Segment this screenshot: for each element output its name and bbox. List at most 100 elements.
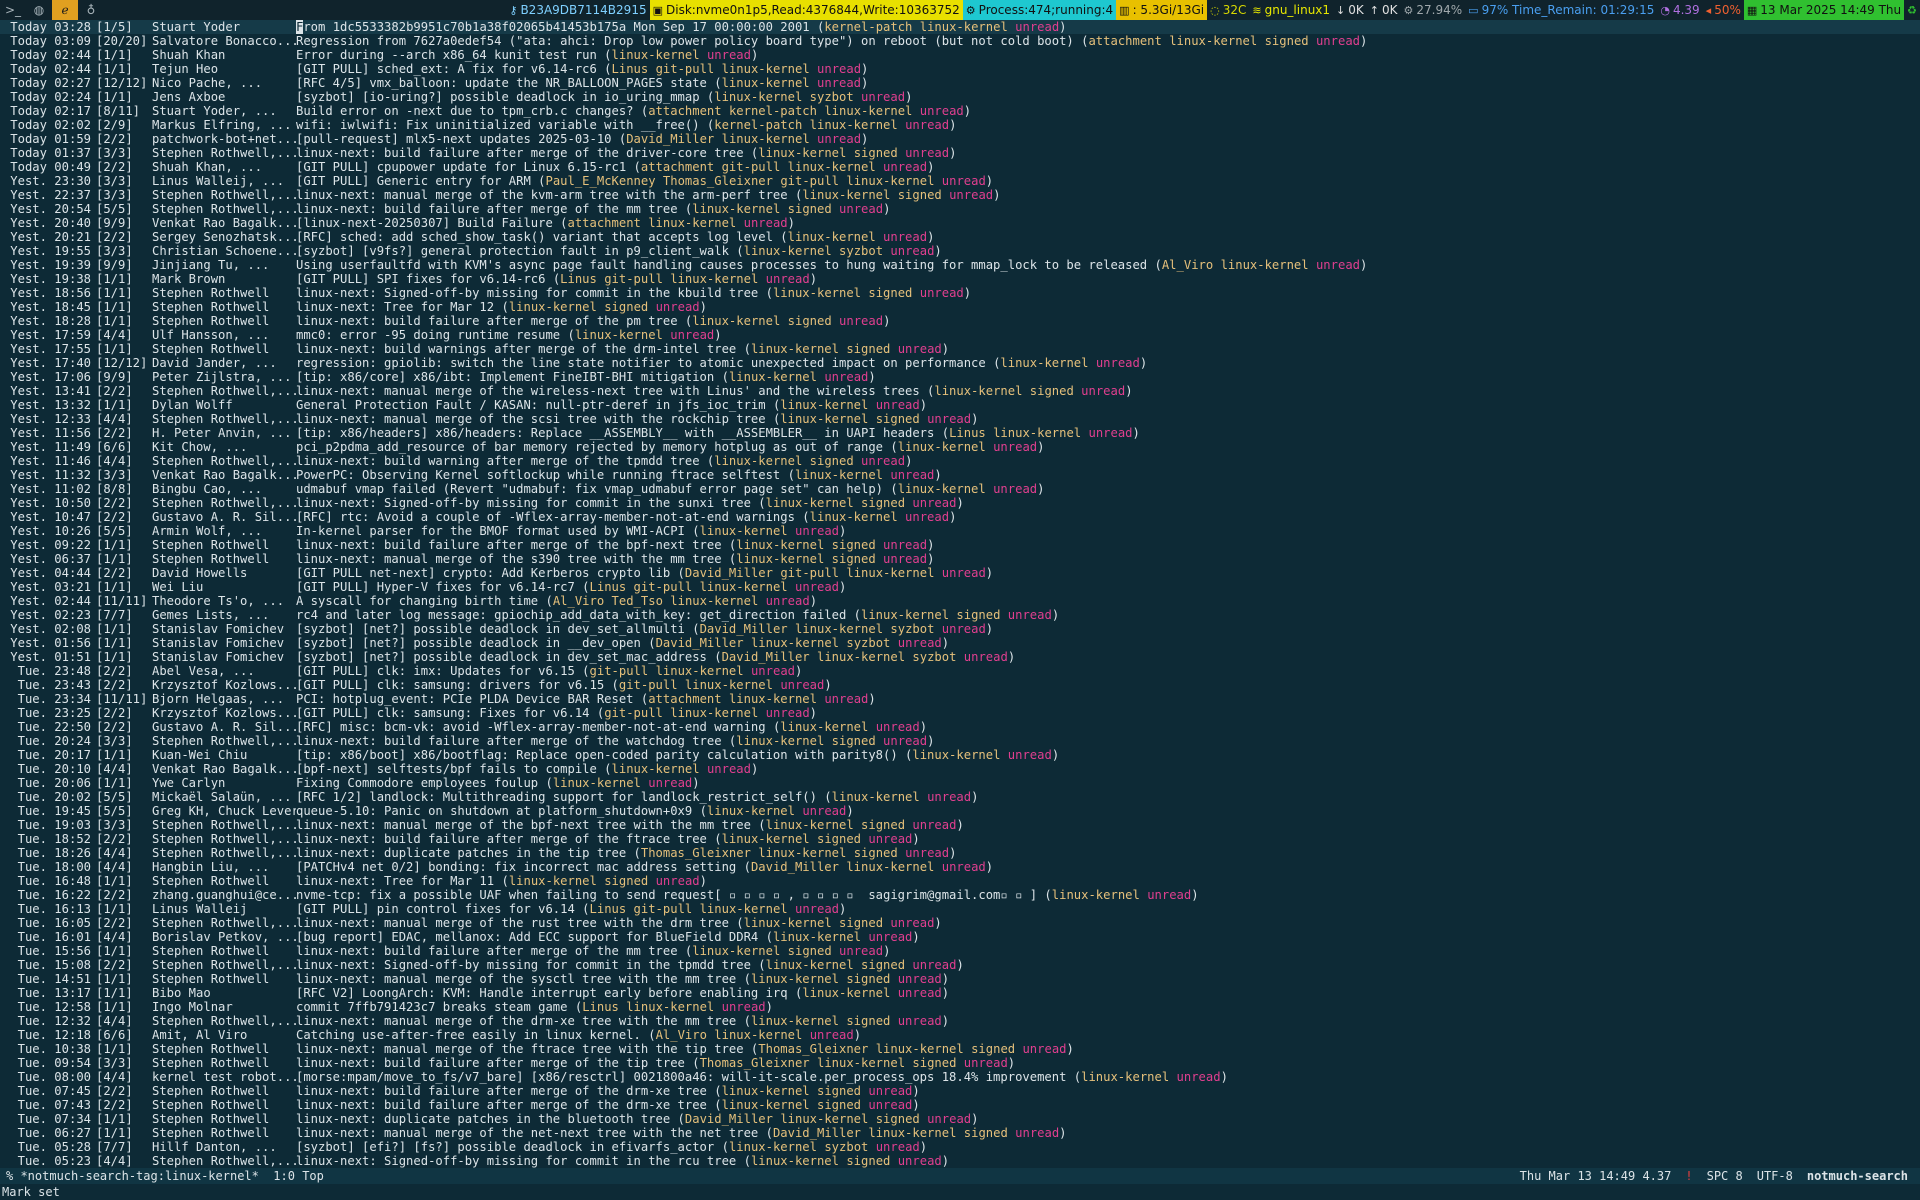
thread-row[interactable]: Yest. 19:38 [1/1] Mark Brown [GIT PULL] SPI…	[0, 272, 1920, 286]
thread-list[interactable]: Today 03:28 [1/5] Stuart Yoder From 1dc5533…	[0, 20, 1920, 1168]
workspace-2[interactable]: ◍	[26, 0, 52, 20]
thread-row[interactable]: Tue. 16:48 [1/1] Stephen Rothwell linux-nex…	[0, 874, 1920, 888]
thread-row[interactable]: Today 02:24 [1/1] Jens Axboe [syzbot] [io-u…	[0, 90, 1920, 104]
workspace-3[interactable]: ℯ	[52, 0, 78, 20]
thread-row[interactable]: Tue. 20:24 [3/3] Stephen Rothwell,... linux…	[0, 734, 1920, 748]
thread-row[interactable]: Tue. 16:01 [4/4] Borislav Petkov, ... [bug …	[0, 930, 1920, 944]
thread-row[interactable]: Tue. 06:27 [1/1] Stephen Rothwell linux-nex…	[0, 1126, 1920, 1140]
thread-row[interactable]: Tue. 18:26 [4/4] Stephen Rothwell,... linux…	[0, 846, 1920, 860]
thread-row[interactable]: Yest. 12:33 [4/4] Stephen Rothwell,... linu…	[0, 412, 1920, 426]
thread-row[interactable]: Tue. 16:05 [2/2] Stephen Rothwell,... linux…	[0, 916, 1920, 930]
thread-row[interactable]: Tue. 10:38 [1/1] Stephen Rothwell linux-nex…	[0, 1042, 1920, 1056]
tags-open: (	[721, 734, 737, 748]
thread-row[interactable]: Yest. 13:41 [2/2] Stephen Rothwell,... linu…	[0, 384, 1920, 398]
thread-tag: unread	[868, 1098, 913, 1112]
thread-row[interactable]: Tue. 20:10 [4/4] Venkat Rao Bagalk... [bpf-…	[0, 762, 1920, 776]
thread-row[interactable]: Tue. 07:34 [1/1] Stephen Rothwell linux-nex…	[0, 1112, 1920, 1126]
thread-row[interactable]: Today 03:28 [1/5] Stuart Yoder From 1dc5533…	[0, 20, 1920, 34]
thread-row[interactable]: Today 03:09 [20/20] Salvatore Bonacco... Re…	[0, 34, 1920, 48]
thread-row[interactable]: Tue. 16:13 [1/1] Linus Walleij [GIT PULL] p…	[0, 902, 1920, 916]
thread-row[interactable]: Yest. 19:55 [3/3] Christian Schoene... [syz…	[0, 244, 1920, 258]
tags-open: (	[706, 1098, 722, 1112]
thread-row[interactable]: Tue. 23:25 [2/2] Krzysztof Kozlows... [GIT …	[0, 706, 1920, 720]
thread-date: Tue. 16:01	[17, 930, 91, 944]
thread-row[interactable]: Tue. 19:03 [3/3] Stephen Rothwell,... linux…	[0, 818, 1920, 832]
thread-row[interactable]: Yest. 10:26 [5/5] Armin Wolf, ... In-kernel…	[0, 524, 1920, 538]
thread-row[interactable]: Yest. 11:02 [8/8] Bingbu Cao, ... udmabuf v…	[0, 482, 1920, 496]
thread-row[interactable]: Tue. 22:50 [2/2] Gustavo A. R. Sil... [RFC]…	[0, 720, 1920, 734]
thread-tag: linux-kernel	[721, 132, 810, 146]
thread-row[interactable]: Yest. 04:44 [2/2] David Howells [GIT PULL n…	[0, 566, 1920, 580]
thread-row[interactable]: Yest. 17:59 [4/4] Ulf Hansson, ... mmc0: er…	[0, 328, 1920, 342]
thread-row[interactable]: Tue. 16:22 [2/2] zhang.guanghui@ce... nvme-…	[0, 888, 1920, 902]
thread-row[interactable]: Today 02:44 [1/1] Tejun Heo [GIT PULL] sche…	[0, 62, 1920, 76]
thread-row[interactable]: Yest. 19:39 [9/9] Jinjiang Tu, ... Using us…	[0, 258, 1920, 272]
thread-row[interactable]: Yest. 23:30 [3/3] Linus Walleij, ... [GIT P…	[0, 174, 1920, 188]
thread-row[interactable]: Tue. 07:45 [2/2] Stephen Rothwell linux-nex…	[0, 1084, 1920, 1098]
thread-row[interactable]: Yest. 02:23 [7/7] Gemes Lists, ... rc4 and …	[0, 608, 1920, 622]
thread-row[interactable]: Tue. 13:17 [1/1] Bibo Mao [RFC V2] LoongArc…	[0, 986, 1920, 1000]
thread-row[interactable]: Yest. 11:46 [4/4] Stephen Rothwell,... linu…	[0, 454, 1920, 468]
thread-row[interactable]: Tue. 05:28 [7/7] Hillf Danton, ... [syzbot]…	[0, 1140, 1920, 1154]
thread-row[interactable]: Yest. 11:49 [6/6] Kit Chow, ... pci_p2pdma_…	[0, 440, 1920, 454]
thread-row[interactable]: Yest. 03:21 [1/1] Wei Liu [GIT PULL] Hyper-…	[0, 580, 1920, 594]
thread-row[interactable]: Yest. 01:56 [1/1] Stanislav Fomichev [syzbo…	[0, 636, 1920, 650]
thread-row[interactable]: Yest. 17:55 [1/1] Stephen Rothwell linux-ne…	[0, 342, 1920, 356]
thread-row[interactable]: Tue. 20:02 [5/5] Mickaël Salaün, ... [RFC 1…	[0, 790, 1920, 804]
thread-row[interactable]: Yest. 17:40 [12/12] David Jander, ... regre…	[0, 356, 1920, 370]
thread-row[interactable]: Yest. 13:32 [1/1] Dylan Wolff General Prote…	[0, 398, 1920, 412]
thread-row[interactable]: Tue. 23:48 [2/2] Abel Vesa, ... [GIT PULL] …	[0, 664, 1920, 678]
thread-row[interactable]: Today 02:44 [1/1] Shuah Khan Error during -…	[0, 48, 1920, 62]
thread-row[interactable]: Yest. 17:06 [9/9] Peter Zijlstra, ... [tip:…	[0, 370, 1920, 384]
thread-row[interactable]: Yest. 20:54 [5/5] Stephen Rothwell,... linu…	[0, 202, 1920, 216]
thread-row[interactable]: Yest. 02:08 [1/1] Stanislav Fomichev [syzbo…	[0, 622, 1920, 636]
thread-row[interactable]: Today 02:17 [8/11] Stuart Yoder, ... Build …	[0, 104, 1920, 118]
thread-row[interactable]: Yest. 18:45 [1/1] Stephen Rothwell linux-ne…	[0, 300, 1920, 314]
tags-open: (	[1073, 34, 1089, 48]
thread-row[interactable]: Tue. 08:00 [4/4] kernel test robot... [mors…	[0, 1070, 1920, 1084]
thread-row[interactable]: Tue. 15:08 [2/2] Stephen Rothwell,... linux…	[0, 958, 1920, 972]
thread-row[interactable]: Yest. 22:37 [3/3] Stephen Rothwell,... linu…	[0, 188, 1920, 202]
thread-count: [5/5]	[96, 790, 133, 804]
thread-row[interactable]: Tue. 12:18 [6/6] Amit, Al Viro Catching use…	[0, 1028, 1920, 1042]
thread-row[interactable]: Yest. 20:40 [9/9] Venkat Rao Bagalk... [lin…	[0, 216, 1920, 230]
thread-row[interactable]: Tue. 15:56 [1/1] Stephen Rothwell linux-nex…	[0, 944, 1920, 958]
thread-row[interactable]: Tue. 12:58 [1/1] Ingo Molnar commit 7ffb791…	[0, 1000, 1920, 1014]
thread-row[interactable]: Yest. 18:28 [1/1] Stephen Rothwell linux-ne…	[0, 314, 1920, 328]
thread-tag: unread	[648, 776, 693, 790]
thread-row[interactable]: Yest. 11:56 [2/2] H. Peter Anvin, ... [tip:…	[0, 426, 1920, 440]
thread-row[interactable]: Tue. 20:06 [1/1] Ywe Carlyn Fixing Commodor…	[0, 776, 1920, 790]
thread-row[interactable]: Yest. 09:22 [1/1] Stephen Rothwell linux-ne…	[0, 538, 1920, 552]
thread-row[interactable]: Tue. 09:54 [3/3] Stephen Rothwell linux-nex…	[0, 1056, 1920, 1070]
thread-row[interactable]: Tue. 12:32 [4/4] Stephen Rothwell,... linux…	[0, 1014, 1920, 1028]
thread-row[interactable]: Yest. 10:47 [2/2] Gustavo A. R. Sil... [RFC…	[0, 510, 1920, 524]
thread-row[interactable]: Tue. 23:34 [11/11] Bjorn Helgaas, ... PCI: …	[0, 692, 1920, 706]
workspace-4[interactable]: ♁	[78, 0, 104, 20]
thread-row[interactable]: Yest. 20:21 [2/2] Sergey Senozhatsk... [RFC…	[0, 230, 1920, 244]
thread-row[interactable]: Yest. 06:37 [1/1] Stephen Rothwell linux-ne…	[0, 552, 1920, 566]
thread-row[interactable]: Tue. 05:23 [4/4] Stephen Rothwell,... linux…	[0, 1154, 1920, 1168]
tag-sep	[692, 580, 699, 594]
thread-row[interactable]: Tue. 19:45 [5/5] Greg KH, Chuck Lever queue…	[0, 804, 1920, 818]
thread-row[interactable]: Today 02:02 [2/9] Markus Elfring, ... wifi:…	[0, 118, 1920, 132]
thread-row[interactable]: Yest. 02:44 [11/11] Theodore Ts'o, ... A sy…	[0, 594, 1920, 608]
thread-row[interactable]: Today 01:37 [3/3] Stephen Rothwell,... linu…	[0, 146, 1920, 160]
thread-row[interactable]: Tue. 18:00 [4/4] Hangbin Liu, ... [PATCHv4 …	[0, 860, 1920, 874]
thread-row[interactable]: Today 02:27 [12/12] Nico Pache, ... [RFC 4/…	[0, 76, 1920, 90]
tags-open: (	[706, 832, 722, 846]
thread-row[interactable]: Yest. 10:50 [2/2] Stephen Rothwell,... linu…	[0, 496, 1920, 510]
thread-row[interactable]: Yest. 01:51 [1/1] Stanislav Fomichev [syzbo…	[0, 650, 1920, 664]
thread-row[interactable]: Tue. 23:43 [2/2] Krzysztof Kozlows... [GIT …	[0, 678, 1920, 692]
tags-close: )	[963, 286, 972, 300]
thread-row[interactable]: Tue. 07:43 [2/2] Stephen Rothwell linux-nex…	[0, 1098, 1920, 1112]
thread-tag: unread	[861, 454, 906, 468]
thread-row[interactable]: Today 01:59 [2/2] patchwork-bot+net... [pul…	[0, 132, 1920, 146]
thread-row[interactable]: Tue. 20:17 [1/1] Kuan-Wei Chiu [tip: x86/bo…	[0, 748, 1920, 762]
thread-row[interactable]: Tue. 14:51 [1/1] Stephen Rothwell linux-nex…	[0, 972, 1920, 986]
thread-row[interactable]: Yest. 11:32 [3/3] Venkat Rao Bagalk... Powe…	[0, 468, 1920, 482]
thread-row[interactable]: Today 00:49 [2/2] Shuah Khan, ... [GIT PULL…	[0, 160, 1920, 174]
workspace-1[interactable]: >_	[0, 0, 26, 20]
thread-row[interactable]: Yest. 18:56 [1/1] Stephen Rothwell linux-ne…	[0, 286, 1920, 300]
thread-row[interactable]: Tue. 18:52 [2/2] Stephen Rothwell,... linux…	[0, 832, 1920, 846]
tags-open: (	[985, 356, 1001, 370]
